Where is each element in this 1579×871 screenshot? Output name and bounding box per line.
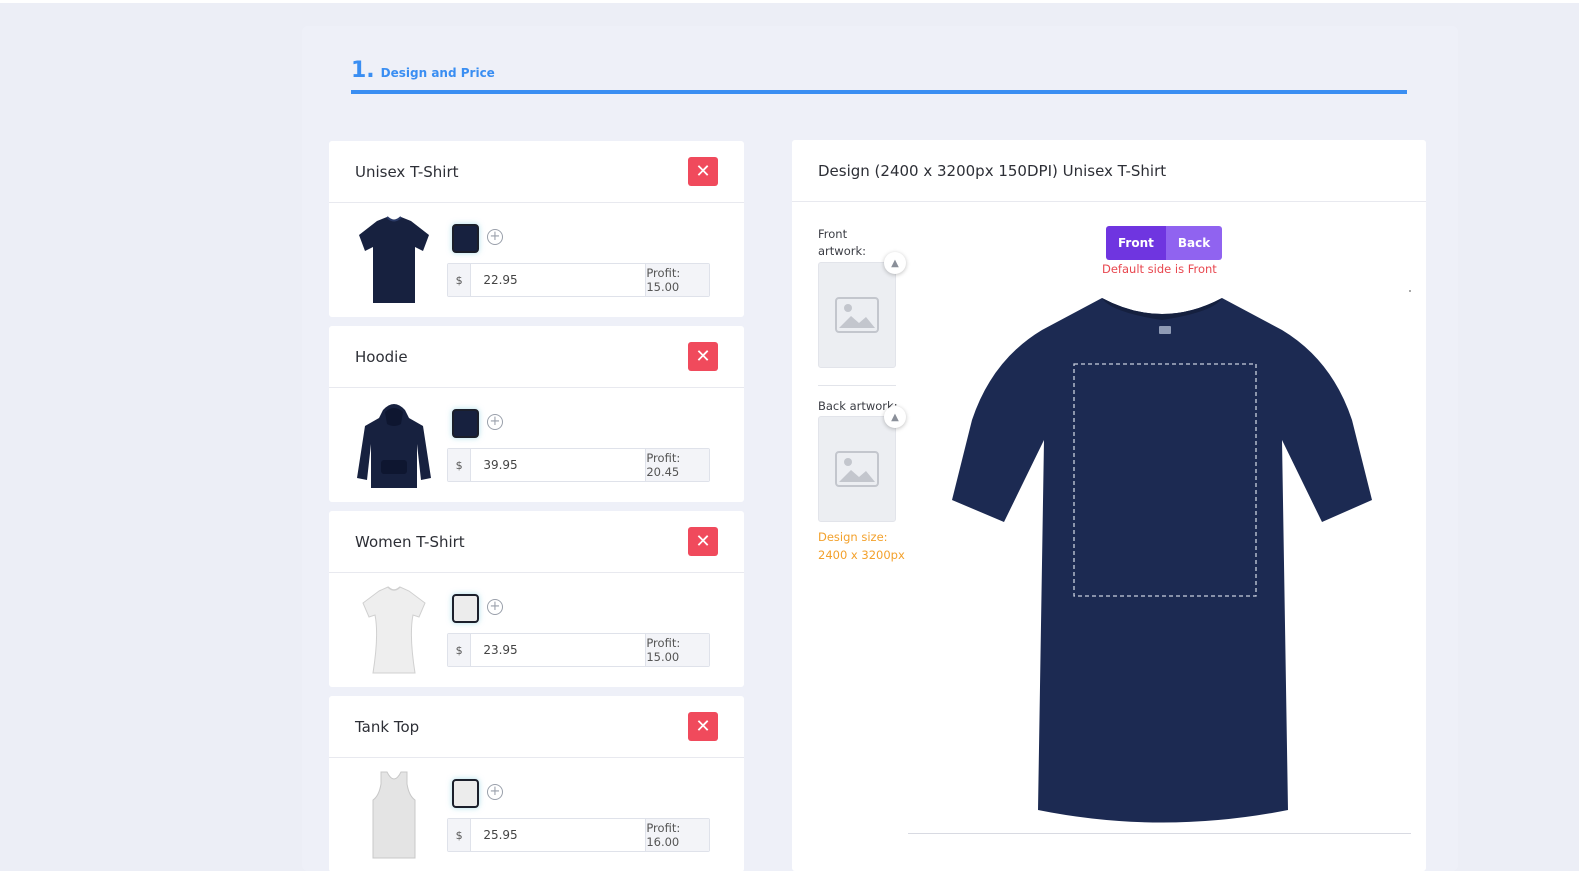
step-header: 1. Design and Price <box>351 58 1407 94</box>
product-title: Women T-Shirt <box>355 532 465 551</box>
color-swatch[interactable] <box>452 224 479 253</box>
profit-label: Profit: 20.45 <box>645 449 709 481</box>
back-artwork-slot[interactable] <box>818 416 896 522</box>
front-artwork-label: Front artwork: <box>818 227 866 258</box>
image-placeholder-icon <box>835 451 879 487</box>
close-icon: ✕ <box>695 345 711 367</box>
price-group: $ Profit: 20.45 <box>447 448 710 482</box>
price-input[interactable] <box>471 819 646 851</box>
remove-product-button[interactable]: ✕ <box>688 527 718 556</box>
side-toggle: Front Back <box>1106 226 1223 260</box>
currency-label: $ <box>448 449 472 481</box>
design-card: Design (2400 x 3200px 150DPI) Unisex T-S… <box>792 140 1426 871</box>
currency-label: $ <box>448 634 472 666</box>
image-placeholder-icon <box>835 297 879 333</box>
tshirt-mockup <box>952 298 1372 823</box>
price-group: $ Profit: 15.00 <box>447 263 710 297</box>
price-input[interactable] <box>471 449 646 481</box>
add-color-icon[interactable]: + <box>487 599 503 615</box>
currency-label: $ <box>448 264 472 296</box>
tanktop-white-thumbnail <box>372 771 416 859</box>
price-input[interactable] <box>471 634 646 666</box>
default-side-prefix: Default side is <box>1102 262 1188 276</box>
tshirt-navy-thumbnail <box>359 216 429 303</box>
product-title: Tank Top <box>355 717 420 736</box>
price-group: $ Profit: 16.00 <box>447 818 710 852</box>
remove-product-button[interactable]: ✕ <box>688 157 718 186</box>
design-title: Design (2400 x 3200px 150DPI) Unisex T-S… <box>792 140 1426 202</box>
color-swatch[interactable] <box>452 594 479 623</box>
product-title: Unisex T-Shirt <box>355 162 459 181</box>
price-group: $ Profit: 15.00 <box>447 633 710 667</box>
close-icon: ✕ <box>695 160 711 182</box>
price-input[interactable] <box>471 264 646 296</box>
front-side-button[interactable]: Front <box>1106 226 1166 260</box>
default-side-value: Front <box>1187 262 1217 276</box>
product-card-tank-top: Tank Top ✕ + $ Profit: 16.00 <box>329 696 744 871</box>
profit-label: Profit: 15.00 <box>645 634 709 666</box>
top-bar <box>0 0 1579 3</box>
add-color-icon[interactable]: + <box>487 784 503 800</box>
upload-front-icon[interactable]: ▲ <box>884 252 906 274</box>
currency-label: $ <box>448 819 472 851</box>
mockup-baseline <box>908 833 1411 834</box>
product-card-women-tshirt: Women T-Shirt ✕ + $ Profit: 15.00 <box>329 511 744 687</box>
profit-label: Profit: 16.00 <box>645 819 709 851</box>
profit-label: Profit: 15.00 <box>645 264 709 296</box>
front-artwork-slot[interactable] <box>818 262 896 368</box>
back-side-button[interactable]: Back <box>1165 226 1223 260</box>
corner-mark <box>1409 290 1411 292</box>
color-swatch[interactable] <box>452 779 479 808</box>
product-card-hoodie: Hoodie ✕ + $ Profit: 20.45 <box>329 326 744 502</box>
artwork-divider <box>818 385 896 386</box>
close-icon: ✕ <box>695 530 711 552</box>
hoodie-navy-thumbnail <box>357 404 431 488</box>
step-number: 1. <box>351 58 375 83</box>
add-color-icon[interactable]: + <box>487 229 503 245</box>
product-card-unisex-tshirt: Unisex T-Shirt ✕ + $ Profit: 15.00 <box>329 141 744 317</box>
product-title: Hoodie <box>355 347 408 366</box>
remove-product-button[interactable]: ✕ <box>688 712 718 741</box>
close-icon: ✕ <box>695 715 711 737</box>
women-tshirt-white-thumbnail <box>362 586 426 674</box>
color-swatch[interactable] <box>452 409 479 438</box>
remove-product-button[interactable]: ✕ <box>688 342 718 371</box>
design-size-note: Design size: 2400 x 3200px <box>818 530 905 562</box>
step-title: Design and Price <box>380 66 495 80</box>
upload-back-icon[interactable]: ▲ <box>884 406 906 428</box>
add-color-icon[interactable]: + <box>487 414 503 430</box>
default-side-note: Default side is Front <box>1102 262 1217 276</box>
